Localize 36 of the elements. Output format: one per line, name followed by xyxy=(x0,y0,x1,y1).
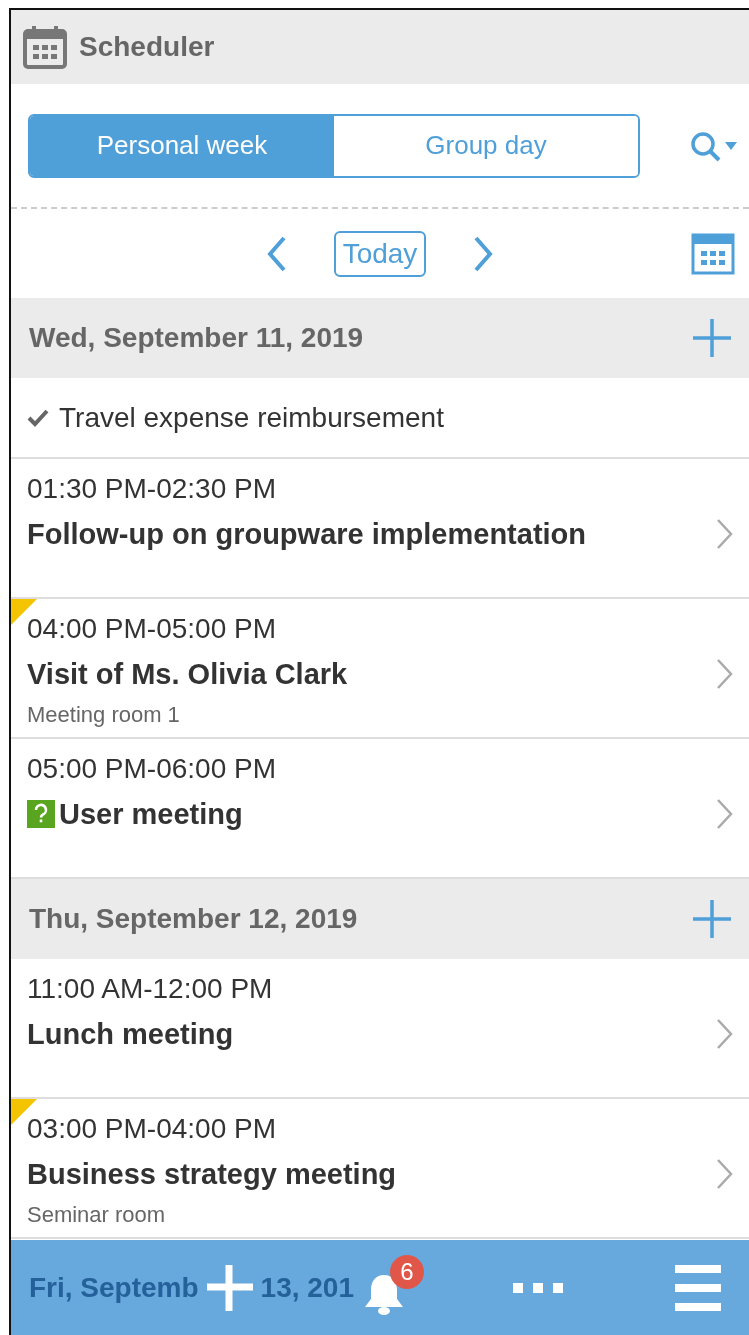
day-date: Thu, September 12, 2019 xyxy=(29,902,358,936)
event-time: 01:30 PM-02:30 PM xyxy=(27,472,278,506)
event-item[interactable]: 11:00 AM-12:00 PM Lunch meeting xyxy=(11,959,749,1099)
previous-button[interactable] xyxy=(265,235,288,272)
chevron-right-icon xyxy=(715,1018,733,1050)
chevron-right-icon xyxy=(715,1158,733,1190)
event-item[interactable]: 01:30 PM-02:30 PM Follow-up on groupware implementation xyxy=(11,459,749,599)
more-icon xyxy=(513,1283,563,1294)
chevron-right-icon xyxy=(715,658,733,690)
event-location: Meeting room 1 xyxy=(27,701,181,729)
app-title: Scheduler xyxy=(79,30,215,64)
calendar-button[interactable] xyxy=(691,232,735,275)
event-title: Visit of Ms. Olivia Clark xyxy=(27,657,348,692)
add-button[interactable] xyxy=(693,319,731,357)
add-button[interactable] xyxy=(693,900,731,938)
notifications-button[interactable]: 6 xyxy=(358,1254,424,1321)
event-time: 04:00 PM-05:00 PM xyxy=(27,612,278,646)
calendar-icon xyxy=(23,25,67,69)
event-title: Business strategy meeting xyxy=(27,1157,397,1192)
chevron-right-icon xyxy=(715,798,733,830)
event-item[interactable]: 04:00 PM-05:00 PM Visit of Ms. Olivia Clark Meeting room 1 xyxy=(11,599,749,739)
next-button[interactable] xyxy=(472,235,495,272)
chevron-right-icon xyxy=(715,518,733,550)
day-date: Wed, September 11, 2019 xyxy=(29,321,364,355)
event-location: Seminar room xyxy=(27,1201,167,1229)
day-date: 13, 201 xyxy=(260,1270,354,1305)
search-button[interactable] xyxy=(689,129,739,162)
event-time: 05:00 PM-06:00 PM xyxy=(27,752,278,786)
event-title: Lunch meeting xyxy=(27,1017,234,1052)
todo-label[interactable]: Travel expense reimbursement xyxy=(59,396,444,439)
event-title: Follow-up on groupware implementation xyxy=(27,517,587,552)
event-time: 03:00 PM-04:00 PM xyxy=(27,1112,278,1146)
day-date: Fri, Septemb xyxy=(29,1270,199,1305)
event-title: User meeting xyxy=(59,797,243,832)
notification-count: 6 xyxy=(390,1254,424,1289)
event-time: 11:00 AM-12:00 PM xyxy=(27,972,274,1006)
